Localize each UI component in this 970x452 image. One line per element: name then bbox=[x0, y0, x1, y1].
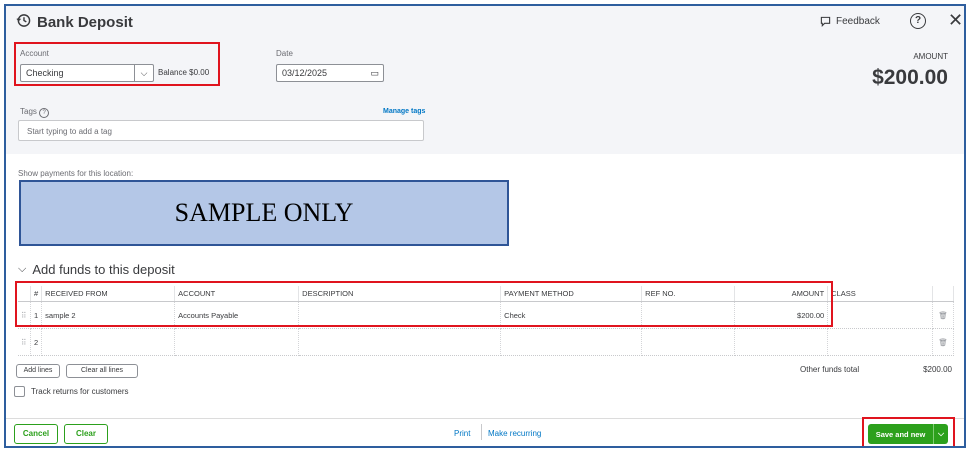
clear-all-lines-button[interactable]: Clear all lines bbox=[66, 364, 138, 378]
date-value: 03/12/2025 bbox=[282, 68, 328, 78]
tags-input[interactable]: Start typing to add a tag bbox=[18, 120, 424, 141]
cell-received-from[interactable] bbox=[41, 328, 176, 356]
feedback-button[interactable]: Feedback bbox=[820, 16, 880, 27]
calendar-icon[interactable]: ▭ bbox=[370, 65, 379, 81]
trash-icon[interactable]: 🗑 bbox=[932, 328, 955, 356]
cell-account[interactable] bbox=[174, 328, 300, 356]
track-returns-label: Track returns for customers bbox=[31, 387, 129, 396]
feedback-label: Feedback bbox=[836, 16, 880, 27]
clear-button[interactable]: Clear bbox=[64, 424, 108, 444]
info-icon[interactable]: ? bbox=[39, 108, 50, 118]
bank-deposit-window: Bank Deposit Feedback ? ✕ Account Checki… bbox=[4, 4, 966, 448]
table-row[interactable]: ⠿ 2 🗑 bbox=[18, 328, 955, 356]
amount-label: AMOUNT bbox=[913, 52, 948, 61]
section-title: Add funds to this deposit bbox=[32, 262, 175, 277]
history-icon[interactable] bbox=[16, 13, 31, 32]
help-icon[interactable]: ? bbox=[910, 13, 926, 29]
cell-ref-no[interactable] bbox=[641, 328, 736, 356]
header-panel: Bank Deposit Feedback ? ✕ Account Checki… bbox=[6, 6, 964, 154]
page-title: Bank Deposit bbox=[16, 13, 133, 32]
other-funds-total-value: $200.00 bbox=[923, 365, 952, 374]
col-header-class: CLASS bbox=[827, 286, 934, 302]
other-funds-total-label: Other funds total bbox=[800, 365, 860, 374]
sample-only-placeholder: SAMPLE ONLY bbox=[19, 180, 509, 246]
cell-description[interactable] bbox=[298, 328, 502, 356]
date-input[interactable]: 03/12/2025 ▭ bbox=[276, 64, 384, 82]
track-returns-row[interactable]: Track returns for customers bbox=[14, 386, 129, 397]
location-label: Show payments for this location: bbox=[18, 169, 134, 178]
cell-class[interactable] bbox=[827, 301, 934, 329]
cancel-button[interactable]: Cancel bbox=[14, 424, 58, 444]
delete-col-header bbox=[932, 286, 955, 302]
cell-amount[interactable] bbox=[734, 328, 829, 356]
footer-divider bbox=[481, 424, 482, 440]
print-link[interactable]: Print bbox=[454, 429, 470, 438]
trash-icon[interactable]: 🗑 bbox=[932, 301, 955, 329]
account-highlight-box bbox=[14, 42, 220, 86]
drag-handle-icon[interactable]: ⠿ bbox=[18, 328, 31, 356]
page-title-text: Bank Deposit bbox=[37, 14, 133, 31]
tags-label: Tags ? bbox=[20, 107, 50, 118]
save-highlight-box bbox=[862, 417, 955, 446]
close-icon[interactable]: ✕ bbox=[948, 10, 963, 31]
section-header[interactable]: ⌵ Add funds to this deposit bbox=[18, 262, 175, 277]
chat-icon bbox=[820, 16, 831, 27]
manage-tags-link[interactable]: Manage tags bbox=[383, 108, 425, 115]
make-recurring-link[interactable]: Make recurring bbox=[488, 429, 541, 438]
add-lines-button[interactable]: Add lines bbox=[16, 364, 60, 378]
table-highlight-box bbox=[15, 281, 833, 327]
cell-class[interactable] bbox=[827, 328, 934, 356]
chevron-down-icon[interactable]: ⌵ bbox=[18, 263, 26, 276]
amount-value: $200.00 bbox=[872, 66, 948, 89]
row-number: 2 bbox=[30, 328, 43, 356]
cell-payment-method[interactable] bbox=[500, 328, 643, 356]
track-returns-checkbox[interactable] bbox=[14, 386, 25, 397]
date-label: Date bbox=[276, 49, 293, 58]
footer-bar bbox=[6, 418, 964, 446]
